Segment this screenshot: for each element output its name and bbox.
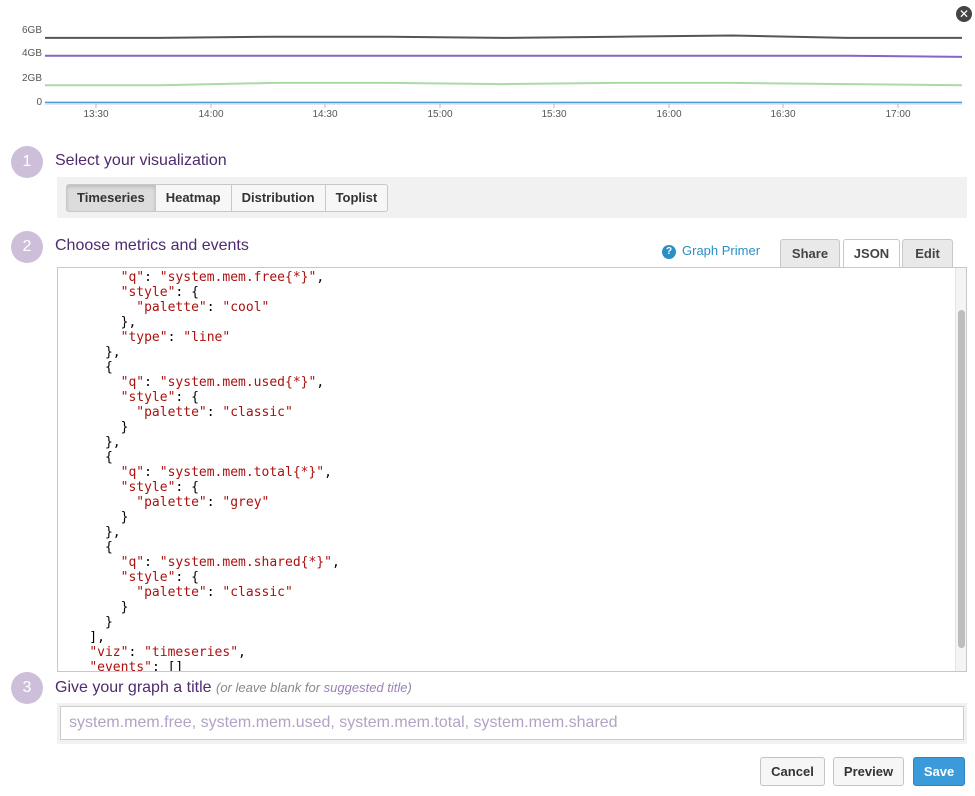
code-line: "style": { — [120, 570, 199, 585]
series-line — [45, 54, 963, 58]
code-line: "q": "system.mem.used{*}", — [120, 375, 325, 390]
code-line: "events": [] — [89, 660, 184, 672]
code-line: } — [58, 420, 129, 435]
code-line: { — [58, 540, 113, 555]
code-line: }, — [58, 525, 121, 540]
help-icon: ? — [662, 245, 676, 259]
code-line: "viz": "timeseries", — [89, 645, 246, 660]
x-tick-label: 16:00 — [656, 109, 682, 120]
x-tick-label: 15:30 — [541, 109, 567, 120]
x-tick-label: 14:30 — [312, 109, 338, 120]
step-3-badge: 3 — [11, 672, 43, 704]
preview-button[interactable]: Preview — [833, 757, 904, 786]
graph-title-input[interactable] — [60, 706, 964, 740]
series-line — [45, 34, 962, 39]
x-tick-label: 15:00 — [427, 109, 453, 120]
suggested-title-link[interactable]: suggested title — [324, 680, 408, 695]
code-line: "type": "line" — [120, 330, 231, 345]
series-line — [45, 81, 963, 87]
x-tick-label: 14:00 — [198, 109, 224, 120]
viz-distribution-button[interactable]: Distribution — [231, 184, 326, 212]
json-code[interactable]: "q": "system.mem.free{*}", "style": { "p… — [58, 270, 340, 672]
y-tick-label: 4GB — [21, 48, 42, 59]
scrollbar-thumb[interactable] — [958, 310, 965, 648]
code-line: }, — [58, 435, 121, 450]
code-line: ], — [58, 630, 105, 645]
y-tick-label: 0 — [36, 97, 42, 108]
step-1-title: Select your visualization — [55, 152, 227, 169]
x-tick-label: 16:30 — [770, 109, 796, 120]
code-line: "palette": "cool" — [136, 300, 270, 315]
code-line: }, — [58, 315, 137, 330]
y-tick-label: 6GB — [21, 25, 42, 36]
tab-share[interactable]: Share — [780, 239, 840, 268]
step-2-badge: 2 — [11, 231, 43, 263]
code-line: } — [58, 615, 113, 630]
tab-json[interactable]: JSON — [843, 239, 900, 269]
code-line: } — [58, 510, 129, 525]
viz-toplist-button[interactable]: Toplist — [325, 184, 389, 212]
code-line: } — [58, 600, 129, 615]
hint-prefix: (or leave blank for — [215, 680, 324, 695]
x-tick-label: 13:30 — [83, 109, 109, 120]
graph-title-panel — [57, 703, 967, 744]
code-line: "palette": "classic" — [136, 585, 293, 600]
step-1-badge: 1 — [11, 146, 43, 178]
code-line: { — [58, 360, 113, 375]
code-line: "palette": "grey" — [136, 495, 270, 510]
code-line: "style": { — [120, 480, 199, 495]
chart-svg — [45, 34, 963, 108]
memory-timeseries-chart: 6GB 4GB 2GB 0 13:30 14:00 14:30 15:00 15… — [0, 0, 975, 128]
save-button[interactable]: Save — [913, 757, 965, 786]
visualization-button-group: Timeseries Heatmap Distribution Toplist — [66, 184, 389, 212]
code-line: "palette": "classic" — [136, 405, 293, 420]
viz-timeseries-button[interactable]: Timeseries — [66, 184, 156, 212]
visualization-selector: Timeseries Heatmap Distribution Toplist — [57, 177, 967, 218]
viz-heatmap-button[interactable]: Heatmap — [155, 184, 232, 212]
code-line: "q": "system.mem.total{*}", — [120, 465, 332, 480]
json-editor[interactable]: "q": "system.mem.free{*}", "style": { "p… — [57, 267, 967, 672]
code-line: { — [58, 450, 113, 465]
graph-primer-label: Graph Primer — [682, 243, 761, 258]
y-tick-label: 2GB — [21, 73, 42, 84]
code-line: }, — [58, 345, 121, 360]
code-line: "q": "system.mem.shared{*}", — [120, 555, 340, 570]
step-2-title: Choose metrics and events — [55, 237, 249, 254]
code-line: "style": { — [120, 390, 199, 405]
hint-suffix: ) — [407, 680, 412, 695]
graph-primer-link[interactable]: ? Graph Primer — [662, 243, 760, 259]
x-tick-label: 17:00 — [885, 109, 911, 120]
cancel-button[interactable]: Cancel — [760, 757, 825, 786]
step-3-hint: (or leave blank for suggested title) — [216, 680, 412, 695]
step-3-title-text: Give your graph a title — [55, 679, 212, 696]
editor-scrollbar[interactable] — [955, 268, 966, 671]
code-line: "q": "system.mem.free{*}", — [120, 270, 325, 285]
step-3-title: Give your graph a title (or leave blank … — [55, 679, 412, 697]
code-line: "style": { — [120, 285, 199, 300]
tab-edit[interactable]: Edit — [902, 239, 953, 268]
